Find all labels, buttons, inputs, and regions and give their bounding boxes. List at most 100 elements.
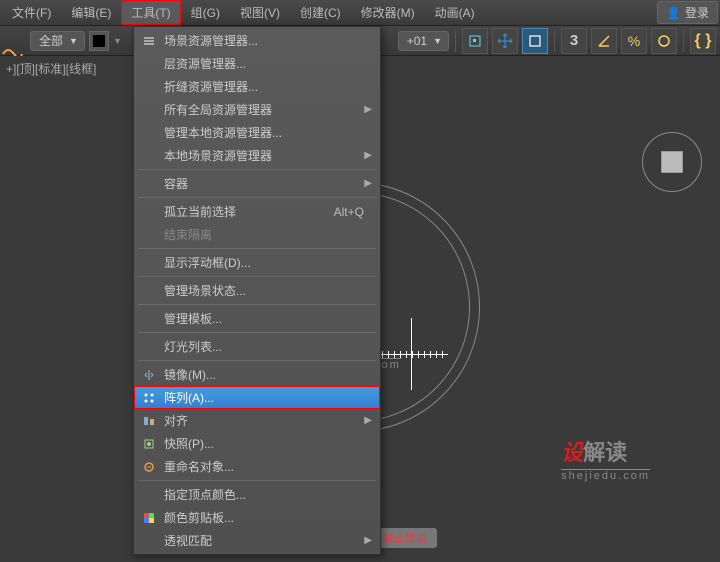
dropdown-item-label: 透视匹配 <box>160 532 364 549</box>
dropdown-item-label: 场景资源管理器... <box>160 32 372 49</box>
blank-icon <box>138 310 160 328</box>
menu-edit[interactable]: 编辑(E) <box>61 0 121 25</box>
dropdown-item-label: 阵列(A)... <box>160 389 372 406</box>
move-button[interactable] <box>492 28 518 54</box>
color-swatch[interactable] <box>89 31 109 51</box>
blank-icon <box>138 147 160 165</box>
rotate-button[interactable] <box>522 28 548 54</box>
viewcube[interactable] <box>642 132 702 192</box>
blank-icon <box>138 338 160 356</box>
login-label: 登录 <box>685 4 709 21</box>
dropdown-item[interactable]: 快照(P)... <box>134 432 380 455</box>
dropdown-item-label: 孤立当前选择 <box>160 203 334 220</box>
dropdown-item-label: 管理模板... <box>160 310 372 327</box>
dropdown-item[interactable]: 镜像(M)... <box>134 363 380 386</box>
dropdown-item[interactable]: 显示浮动框(D)... <box>134 251 380 274</box>
list-icon <box>138 32 160 50</box>
dropdown-item-label: 结束隔离 <box>160 226 372 243</box>
dropdown-item[interactable]: 透视匹配▶ <box>134 529 380 552</box>
dropdown-item-label: 指定顶点颜色... <box>160 486 372 503</box>
curly-brace-icon: { } <box>695 32 712 50</box>
dropdown-separator <box>138 276 376 277</box>
align-icon <box>138 412 160 430</box>
dropdown-item[interactable]: 管理本地资源管理器... <box>134 121 380 144</box>
menu-tools[interactable]: 工具(T) <box>121 0 180 25</box>
dropdown-separator <box>138 304 376 305</box>
dropdown-item[interactable]: 折缝资源管理器... <box>134 75 380 98</box>
dropdown-item[interactable]: 颜色剪贴板... <box>134 506 380 529</box>
blank-icon <box>138 203 160 221</box>
dropdown-item[interactable]: 对齐▶ <box>134 409 380 432</box>
coords-dropdown[interactable]: +01 ▼ <box>398 31 449 51</box>
selection-filter-dropdown[interactable]: 全部 ▼ <box>30 31 85 51</box>
viewcube-face[interactable] <box>661 151 683 173</box>
percent-snap-button[interactable]: % <box>621 28 647 54</box>
dropdown-item[interactable]: 管理场景状态... <box>134 279 380 302</box>
color-icon <box>138 509 160 527</box>
dropdown-separator <box>138 360 376 361</box>
dropdown-item[interactable]: 所有全局资源管理器▶ <box>134 98 380 121</box>
menu-modifiers[interactable]: 修改器(M) <box>351 0 425 25</box>
dropdown-separator <box>138 248 376 249</box>
dropdown-item-label: 所有全局资源管理器 <box>160 101 364 118</box>
dropdown-item-label: 快照(P)... <box>160 435 372 452</box>
toolbar-separator <box>554 30 555 52</box>
named-sel-sets-button[interactable]: { } <box>690 28 716 54</box>
dropdown-item[interactable]: 管理模板... <box>134 307 380 330</box>
dropdown-item[interactable]: 指定顶点颜色... <box>134 483 380 506</box>
dropdown-item-label: 镜像(M)... <box>160 366 372 383</box>
angle-snap-button[interactable] <box>591 28 617 54</box>
dropdown-separator <box>138 169 376 170</box>
dropdown-item[interactable]: 阵列(A)... <box>134 386 380 409</box>
dropdown-item[interactable]: 灯光列表... <box>134 335 380 358</box>
mirror-icon <box>138 366 160 384</box>
toolbar-separator <box>683 30 684 52</box>
dropdown-item-label: 对齐 <box>160 412 364 429</box>
submenu-arrow-icon: ▶ <box>364 178 372 189</box>
dropdown-item[interactable]: 层资源管理器... <box>134 52 380 75</box>
dropdown-item-label: 容器 <box>160 175 364 192</box>
snap-icon <box>138 435 160 453</box>
dropdown-item-label: 显示浮动框(D)... <box>160 254 372 271</box>
submenu-arrow-icon: ▶ <box>364 535 372 546</box>
dropdown-item: 结束隔离 <box>134 223 380 246</box>
chevron-down-icon: ▼ <box>69 36 78 46</box>
dropdown-item-label: 颜色剪贴板... <box>160 509 372 526</box>
spinner-snap-button[interactable] <box>651 28 677 54</box>
dropdown-item-label: 层资源管理器... <box>160 55 372 72</box>
dropdown-item[interactable]: 容器▶ <box>134 172 380 195</box>
dropdown-separator <box>138 332 376 333</box>
array-icon <box>138 389 160 407</box>
login-button[interactable]: 👤 登录 <box>657 1 718 24</box>
menu-view[interactable]: 视图(V) <box>230 0 290 25</box>
dropdown-item-label: 本地场景资源管理器 <box>160 147 364 164</box>
blank-icon <box>138 175 160 193</box>
dropdown-separator <box>138 480 376 481</box>
coords-value: +01 <box>407 34 427 48</box>
tools-dropdown: 场景资源管理器...层资源管理器...折缝资源管理器...所有全局资源管理器▶管… <box>133 26 381 555</box>
menu-file[interactable]: 文件(F) <box>2 0 61 25</box>
dropdown-item[interactable]: 本地场景资源管理器▶ <box>134 144 380 167</box>
dropdown-item[interactable]: 场景资源管理器... <box>134 29 380 52</box>
toolbar-separator <box>455 30 456 52</box>
submenu-arrow-icon: ▶ <box>364 150 372 161</box>
blank-icon <box>138 532 160 550</box>
dropdown-item-label: 管理本地资源管理器... <box>160 124 372 141</box>
blank-icon <box>138 254 160 272</box>
chevron-down-icon: ▼ <box>433 36 442 46</box>
chevron-down-icon: ▼ <box>113 36 122 46</box>
menu-animation[interactable]: 动画(A) <box>425 0 485 25</box>
menu-create[interactable]: 创建(C) <box>290 0 351 25</box>
dropdown-shortcut: Alt+Q <box>334 205 372 219</box>
menu-group[interactable]: 组(G) <box>181 0 230 25</box>
dropdown-item[interactable]: 孤立当前选择Alt+Q <box>134 200 380 223</box>
select-object-button[interactable] <box>462 28 488 54</box>
snap-toggle-button[interactable]: 3 <box>561 28 587 54</box>
viewport-label[interactable]: +][顶][标准][线框] <box>6 60 96 77</box>
dropdown-item[interactable]: 重命名对象... <box>134 455 380 478</box>
dropdown-separator <box>138 197 376 198</box>
blank-icon <box>138 78 160 96</box>
blank-icon <box>138 55 160 73</box>
dropdown-item-label: 折缝资源管理器... <box>160 78 372 95</box>
blank-icon <box>138 124 160 142</box>
